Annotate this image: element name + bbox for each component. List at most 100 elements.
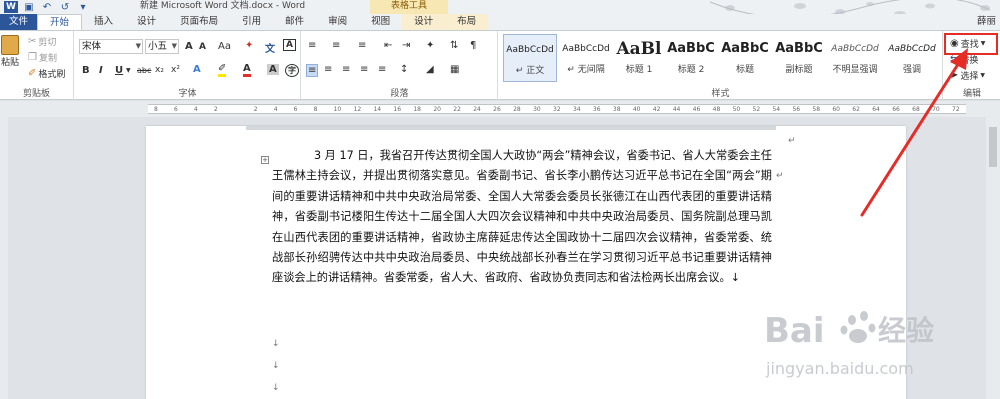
ribbon-tabs: 文件 开始 插入 设计 页面布局 引用 邮件 审阅 视图 设计 布局	[0, 14, 1000, 30]
clear-formatting-icon[interactable]: ✦	[245, 40, 253, 51]
style-label: 强调	[902, 65, 921, 75]
shading-icon[interactable]: ◢	[426, 64, 434, 75]
font-family-value: 宋体	[82, 41, 102, 52]
justify-button[interactable]: ≡	[360, 64, 368, 75]
signed-in-user[interactable]: 薛丽	[977, 14, 996, 30]
sort-icon[interactable]: ⇅	[450, 40, 458, 51]
style-emphasis[interactable]: AaBbCcDd 强调	[885, 34, 939, 82]
tab-mailings[interactable]: 邮件	[273, 14, 316, 30]
ruler-tick-label: 46	[692, 106, 701, 113]
horizontal-ruler[interactable]: 8 6 4 2 2 4 6 8 10 12 14 16 18 20 22 24 26 28 30 32 34 36 38 40…	[0, 101, 1000, 117]
quick-access-toolbar: W ▣ ↶ ↺ ▾	[0, 0, 90, 14]
line-spacing-icon[interactable]: ↕	[400, 64, 408, 75]
decrease-indent-icon[interactable]: ⇤	[384, 40, 392, 51]
svg-text:Bai: Bai	[764, 311, 825, 351]
undo-icon[interactable]: ↶	[40, 1, 54, 13]
phonetic-guide-icon[interactable]: 文	[265, 40, 275, 55]
style-heading-1[interactable]: AaBl 标题 1	[615, 34, 663, 82]
change-case-button[interactable]: Aa	[218, 41, 231, 52]
subscript-button[interactable]: x₂	[155, 65, 164, 75]
style-subtitle[interactable]: AaBbC 副标题	[773, 34, 825, 82]
ruler-tick-label: 8	[313, 106, 318, 113]
svg-text:jingyan.baidu.com: jingyan.baidu.com	[765, 359, 914, 378]
copy-button[interactable]: ❐ 复制	[28, 51, 57, 64]
style-sample: AaBbCcDd	[831, 44, 879, 54]
tab-references[interactable]: 引用	[230, 14, 273, 30]
format-painter-button[interactable]: ✐ 格式刷	[28, 67, 65, 80]
increase-indent-icon[interactable]: ⇥	[402, 40, 410, 51]
ruler-tick-label: 38	[612, 106, 621, 113]
chinese-layout-icon[interactable]: ✦	[426, 40, 434, 51]
align-left-button[interactable]: ≡	[306, 64, 319, 77]
underline-button[interactable]: U	[115, 65, 123, 76]
grow-font-button[interactable]: A	[185, 41, 193, 52]
ruler-tick-label: 42	[652, 106, 661, 113]
tab-page-layout[interactable]: 页面布局	[168, 14, 230, 30]
strikethrough-button[interactable]: abc	[137, 66, 151, 75]
style-label: ↵ 无间隔	[567, 65, 605, 75]
save-icon[interactable]: ▣	[22, 1, 36, 13]
ruler-tick-label: 60	[832, 106, 840, 113]
ruler-tick-label: 34	[572, 106, 581, 113]
tab-insert[interactable]: 插入	[82, 14, 125, 30]
select-button[interactable]: ➤ 选择 ▼	[950, 69, 985, 82]
character-shading-icon[interactable]: A	[267, 64, 279, 75]
multilevel-list-icon[interactable]: ≡	[358, 40, 366, 51]
align-center-button[interactable]: ≡	[324, 64, 332, 75]
style-heading-2[interactable]: AaBbC 标题 2	[665, 34, 717, 82]
replace-icon: ⇆	[950, 53, 959, 65]
style-subtle-emphasis[interactable]: AaBbCcDd 不明显强调	[827, 34, 883, 82]
superscript-button[interactable]: x²	[171, 65, 180, 75]
copy-icon: ❐	[28, 51, 37, 63]
ruler-tick-label: 44	[672, 106, 681, 113]
bold-button[interactable]: B	[82, 65, 90, 76]
style-label: 副标题	[785, 65, 813, 75]
borders-icon[interactable]: ▦	[450, 64, 459, 75]
align-right-button[interactable]: ≡	[342, 64, 350, 75]
underline-dropdown-icon[interactable]: ▼	[126, 67, 131, 74]
tab-view[interactable]: 视图	[359, 14, 402, 30]
redo-icon[interactable]: ↺	[58, 1, 72, 13]
text-effects-icon[interactable]: A	[193, 64, 201, 75]
ruler-tick-label: 72	[952, 106, 960, 113]
style-normal[interactable]: AaBbCcDd ↵ 正文	[503, 34, 557, 82]
format-painter-label: 格式刷	[38, 70, 66, 80]
style-no-spacing[interactable]: AaBbCcDd ↵ 无间隔	[559, 34, 613, 82]
customize-qat-icon[interactable]: ▾	[76, 1, 90, 13]
ruler-tick-label: 40	[632, 106, 641, 113]
font-color-button[interactable]: A	[243, 64, 251, 77]
scroll-thumb[interactable]	[989, 127, 997, 167]
tab-table-design[interactable]: 设计	[402, 14, 446, 30]
style-sample: AaBbCcDd	[506, 45, 554, 55]
tab-table-layout[interactable]: 布局	[445, 14, 489, 30]
character-border-icon[interactable]: A	[283, 39, 296, 51]
style-title[interactable]: AaBbC 标题	[719, 34, 771, 82]
font-size-select[interactable]: 小五 ▼	[145, 39, 179, 54]
ruler-tick-label: 20	[433, 106, 441, 113]
bullets-icon[interactable]: ≡	[308, 40, 316, 51]
shrink-font-button[interactable]: A	[199, 42, 206, 52]
vertical-ruler[interactable]	[0, 117, 8, 399]
ruler-tick-label: 58	[812, 106, 821, 113]
word-app-icon[interactable]: W	[4, 1, 18, 13]
table-move-handle-icon[interactable]: +	[261, 156, 269, 164]
chevron-down-icon: ▼	[980, 72, 986, 79]
cut-button[interactable]: ✂ 剪切	[28, 35, 56, 48]
tab-home[interactable]: 开始	[37, 14, 83, 30]
highlight-color-icon[interactable]: ✐	[218, 64, 227, 77]
body-paragraph[interactable]: 3 月 17 日，我省召开传达贯彻全国人大政协“两会”精神会议，省委书记、省人大…	[272, 146, 772, 289]
italic-button[interactable]: I	[99, 65, 103, 76]
ruler-tick-label: 48	[712, 106, 721, 113]
distributed-button[interactable]: ≡	[378, 64, 386, 75]
tab-file[interactable]: 文件	[0, 14, 38, 30]
font-family-select[interactable]: 宋体 ▼	[79, 39, 143, 54]
numbering-icon[interactable]: ≡	[332, 40, 340, 51]
paragraph-mark: ↓	[272, 361, 280, 371]
tab-review[interactable]: 审阅	[316, 14, 359, 30]
style-sample: AaBbC	[775, 41, 823, 56]
paragraph-group: ≡ ≡ ≡ ⇤ ⇥ ✦ ⇅ ¶ ≡ ≡ ≡ ≡ ≡ ↕ ◢ ▦ 段落	[302, 31, 498, 101]
tab-design[interactable]: 设计	[125, 14, 168, 30]
show-marks-icon[interactable]: ¶	[470, 40, 476, 51]
enclose-characters-icon[interactable]: 字	[285, 64, 299, 77]
paste-button[interactable]: 粘贴	[1, 35, 19, 68]
